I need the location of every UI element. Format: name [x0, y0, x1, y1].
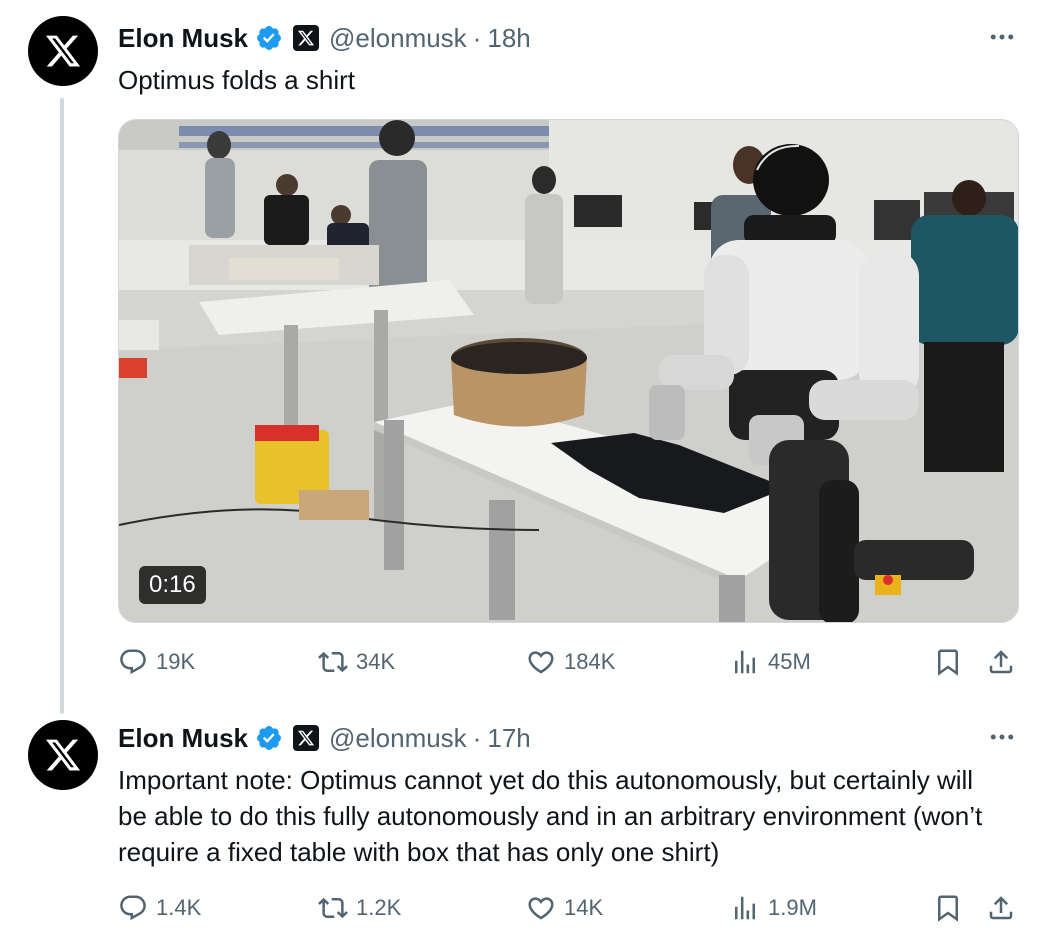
tweet-actions: 1.4K 1.2K 14K 1.9M [118, 888, 1019, 928]
more-options-icon[interactable] [987, 722, 1017, 752]
author-handle[interactable]: @elonmusk [329, 23, 467, 54]
author-name[interactable]: Elon Musk [118, 723, 248, 754]
heart-icon [528, 651, 554, 674]
share-icon[interactable] [986, 893, 1016, 923]
author-name[interactable]: Elon Musk [118, 23, 248, 54]
reply-count: 1.4K [156, 895, 202, 920]
reply-icon [120, 649, 146, 675]
video-thumbnail [119, 120, 1018, 622]
reply-count: 19K [156, 649, 196, 674]
x-logo-icon [45, 739, 81, 771]
views-chart-icon [735, 896, 755, 920]
tweet-text: Important note: Optimus cannot yet do th… [118, 765, 983, 867]
repost-icon [318, 897, 348, 919]
like-button[interactable]: 14K [526, 888, 603, 928]
tweet-actions: 19K 34K 184K 45M [118, 642, 1019, 682]
repost-button[interactable]: 34K [318, 642, 395, 682]
views-button[interactable]: 1.9M [730, 888, 817, 928]
tweet-header: Elon Musk @elonmusk · 17h [118, 720, 531, 756]
separator: · [472, 722, 482, 753]
like-count: 184K [564, 649, 616, 674]
video-player[interactable]: 0:16 [118, 119, 1019, 623]
repost-count: 1.2K [356, 895, 402, 920]
bookmark-icon[interactable] [933, 893, 963, 923]
video-duration: 0:16 [139, 566, 206, 604]
verified-badge-icon[interactable] [255, 724, 283, 752]
x-logo-icon [45, 35, 81, 67]
bookmark-icon[interactable] [933, 647, 963, 677]
separator: · [472, 22, 482, 53]
avatar[interactable] [28, 720, 98, 790]
tweet-text: Optimus folds a shirt [118, 65, 355, 95]
affiliate-x-badge-icon[interactable] [293, 25, 320, 51]
affiliate-x-badge-icon[interactable] [293, 725, 320, 751]
repost-count: 34K [356, 649, 396, 674]
views-count: 45M [768, 649, 811, 674]
timestamp[interactable]: 17h [487, 723, 530, 754]
share-icon[interactable] [986, 647, 1016, 677]
author-handle[interactable]: @elonmusk [329, 723, 467, 754]
timestamp[interactable]: 18h [487, 23, 530, 54]
verified-badge-icon[interactable] [255, 24, 283, 52]
like-count: 14K [564, 895, 604, 920]
reply-button[interactable]: 19K [118, 642, 195, 682]
views-button[interactable]: 45M [730, 642, 811, 682]
views-chart-icon [735, 650, 755, 674]
avatar[interactable] [28, 16, 98, 86]
repost-icon [318, 651, 348, 673]
tweet-2[interactable]: Elon Musk @elonmusk · 17h Important note… [0, 710, 1047, 944]
thread-line [60, 98, 64, 714]
reply-button[interactable]: 1.4K [118, 888, 201, 928]
tweet-header: Elon Musk @elonmusk · 18h [118, 20, 531, 56]
more-options-icon[interactable] [987, 22, 1017, 52]
repost-button[interactable]: 1.2K [318, 888, 401, 928]
views-count: 1.9M [768, 895, 817, 920]
heart-icon [528, 897, 554, 920]
reply-icon [120, 895, 146, 921]
like-button[interactable]: 184K [526, 642, 615, 682]
tweet-1[interactable]: Elon Musk @elonmusk · 18h Optimus folds … [0, 0, 1047, 714]
